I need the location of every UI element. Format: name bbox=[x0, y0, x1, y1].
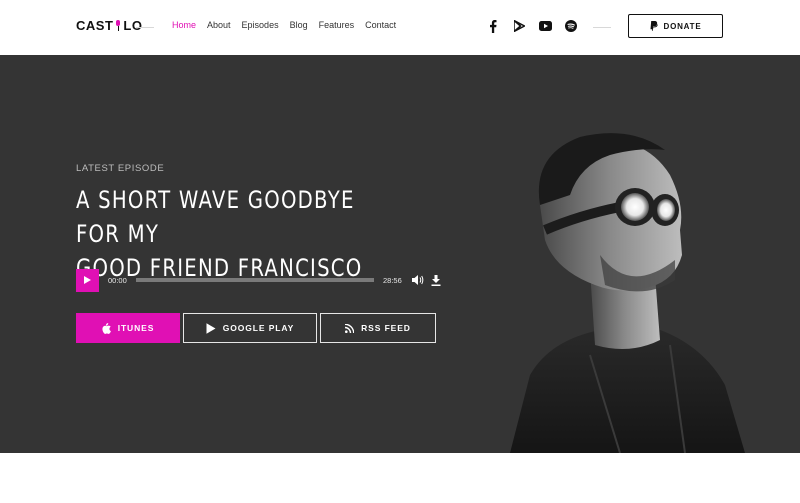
nav-home[interactable]: Home bbox=[172, 20, 196, 30]
nav-contact[interactable]: Contact bbox=[365, 20, 396, 30]
logo-text-left: CAST bbox=[76, 18, 114, 33]
social-links bbox=[486, 19, 578, 33]
rss-feed-button[interactable]: RSS FEED bbox=[320, 313, 436, 343]
divider bbox=[593, 27, 611, 28]
current-time: 00:00 bbox=[108, 275, 127, 285]
eyebrow-label: LATEST EPISODE bbox=[76, 163, 165, 174]
divider bbox=[136, 27, 154, 28]
facebook-icon[interactable] bbox=[486, 19, 500, 33]
hero-section: LATEST EPISODE A SHORT WAVE GOODBYE FOR … bbox=[0, 55, 800, 453]
title-line-1: A SHORT WAVE GOODBYE FOR MY bbox=[76, 186, 355, 248]
site-header: CAST LO Home About Episodes Blog Feature… bbox=[0, 0, 800, 55]
duration: 28:56 bbox=[383, 275, 402, 285]
google-play-icon bbox=[206, 322, 216, 334]
google-play-button[interactable]: GOOGLE PLAY bbox=[183, 313, 317, 343]
google-play-label: GOOGLE PLAY bbox=[222, 323, 295, 333]
audio-player: 00:00 28:56 bbox=[76, 268, 444, 292]
rss-label: RSS FEED bbox=[361, 323, 411, 333]
donate-button[interactable]: DONATE bbox=[628, 14, 723, 38]
rss-icon bbox=[345, 323, 355, 333]
play-button[interactable] bbox=[76, 268, 99, 292]
microphone-icon bbox=[116, 20, 121, 31]
nav-blog[interactable]: Blog bbox=[290, 20, 308, 30]
nav-about[interactable]: About bbox=[207, 20, 231, 30]
hero-photo bbox=[510, 133, 745, 453]
google-play-icon[interactable] bbox=[512, 19, 526, 33]
youtube-icon[interactable] bbox=[538, 19, 552, 33]
download-icon[interactable] bbox=[429, 273, 443, 287]
spotify-icon[interactable] bbox=[564, 19, 578, 33]
itunes-label: ITUNES bbox=[117, 323, 155, 333]
progress-track[interactable] bbox=[136, 278, 374, 282]
apple-icon bbox=[102, 322, 111, 334]
donate-label: DONATE bbox=[663, 21, 702, 31]
subscribe-buttons: ITUNES GOOGLE PLAY RSS FEED bbox=[76, 313, 436, 343]
itunes-button[interactable]: ITUNES bbox=[76, 313, 180, 343]
volume-icon[interactable] bbox=[411, 273, 425, 287]
paypal-icon bbox=[650, 21, 658, 31]
page-content-below bbox=[0, 453, 800, 503]
nav-episodes[interactable]: Episodes bbox=[242, 20, 279, 30]
nav-features[interactable]: Features bbox=[319, 20, 355, 30]
site-logo[interactable]: CAST LO bbox=[76, 18, 142, 33]
logo-text-right: LO bbox=[123, 18, 143, 33]
play-icon bbox=[84, 276, 91, 284]
main-nav: Home About Episodes Blog Features Contac… bbox=[172, 20, 396, 30]
